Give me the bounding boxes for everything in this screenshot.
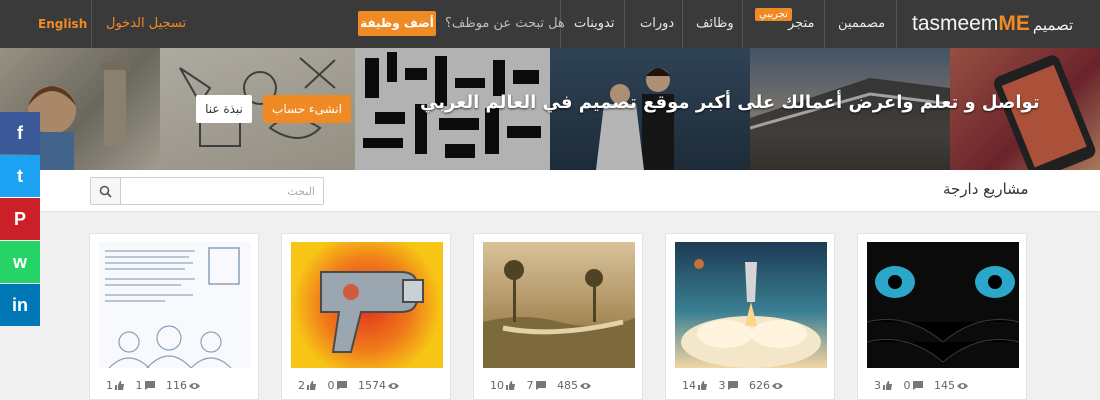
project-stats: 2 0 1574: [298, 379, 407, 392]
project-stats: 3 0 145: [874, 379, 976, 392]
nav-divider: [91, 0, 92, 48]
comments-stat: 3: [719, 379, 739, 392]
thumbs-up-icon: [115, 381, 124, 390]
hero-headline: تواصل و تعلم واعرض أعمالك على أكبر موقع …: [420, 92, 1040, 113]
comments-stat: 0: [328, 379, 348, 392]
project-stats: 14 3 626: [682, 379, 791, 392]
project-card[interactable]: 14 3 626: [665, 233, 835, 400]
hero-banner: تواصل و تعلم واعرض أعمالك على أكبر موقع …: [0, 48, 1100, 170]
project-card[interactable]: 10 7 485: [473, 233, 643, 400]
project-thumbnail[interactable]: [99, 242, 251, 368]
project-thumbnail[interactable]: [483, 242, 635, 368]
logo-me: ME: [998, 12, 1030, 35]
thumbs-up-icon: [698, 381, 707, 390]
comment-icon: [535, 381, 546, 390]
about-us-button[interactable]: نبذة عنا: [196, 95, 252, 123]
thumbs-up-icon: [883, 381, 892, 390]
project-stats: 1 1 116: [106, 379, 208, 392]
comment-icon: [144, 381, 155, 390]
whatsapp-share-button[interactable]: w: [0, 241, 40, 283]
store-beta-badge: تجريبي: [755, 8, 792, 21]
nav-divider: [624, 0, 625, 48]
likes-stat: 10: [490, 379, 516, 392]
eye-icon: [189, 383, 200, 389]
nav-divider: [824, 0, 825, 48]
search-form: [90, 177, 324, 205]
views-stat: 1574: [358, 379, 400, 392]
logo-arabic: تصميم: [1032, 17, 1074, 34]
twitter-share-button[interactable]: t: [0, 155, 40, 197]
post-job-button[interactable]: أضف وظيفة: [358, 11, 436, 36]
comments-stat: 1: [136, 379, 156, 392]
nav-divider: [742, 0, 743, 48]
trending-header: مشاريع دارجة: [0, 170, 1100, 212]
likes-stat: 14: [682, 379, 708, 392]
search-icon: [99, 185, 112, 198]
search-button[interactable]: [91, 178, 121, 204]
comments-stat: 0: [904, 379, 924, 392]
thumbs-up-icon: [307, 381, 316, 390]
views-stat: 485: [557, 379, 592, 392]
comment-icon: [727, 381, 738, 390]
comment-icon: [912, 381, 923, 390]
views-stat: 116: [166, 379, 201, 392]
linkedin-share-button[interactable]: in: [0, 284, 40, 326]
facebook-share-button[interactable]: f: [0, 112, 40, 154]
trending-title: مشاريع دارجة: [943, 180, 1029, 198]
site-logo[interactable]: tasmeemME تصميم: [912, 12, 1073, 36]
nav-blogs[interactable]: تدوينات: [574, 0, 614, 48]
comment-icon: [336, 381, 347, 390]
project-card[interactable]: 1 1 116: [89, 233, 259, 400]
views-stat: 626: [749, 379, 784, 392]
project-thumbnail[interactable]: [867, 242, 1019, 368]
login-link[interactable]: تسجيل الدخول: [106, 0, 186, 48]
eye-icon: [957, 383, 968, 389]
project-thumbnail[interactable]: [291, 242, 443, 368]
thumbs-up-icon: [506, 381, 515, 390]
hire-question-text: هل تبحث عن موظف؟: [445, 16, 565, 31]
eye-icon: [772, 383, 783, 389]
nav-divider: [896, 0, 897, 48]
comments-stat: 7: [527, 379, 547, 392]
project-thumbnail[interactable]: [675, 242, 827, 368]
linkedin-icon: in: [12, 294, 28, 315]
nav-jobs[interactable]: وظائف: [696, 0, 734, 48]
pinterest-share-button[interactable]: P: [0, 198, 40, 240]
likes-stat: 3: [874, 379, 893, 392]
search-input[interactable]: [122, 178, 323, 204]
nav-designers[interactable]: مصممين: [838, 0, 885, 48]
pinterest-icon: P: [13, 208, 26, 229]
eye-icon: [580, 383, 591, 389]
project-card[interactable]: 3 0 145: [857, 233, 1027, 400]
project-stats: 10 7 485: [490, 379, 599, 392]
nav-divider: [682, 0, 683, 48]
project-card[interactable]: 2 0 1574: [281, 233, 451, 400]
facebook-icon: f: [17, 122, 23, 143]
nav-courses[interactable]: دورات: [640, 0, 674, 48]
signup-button[interactable]: انشىء حساب: [263, 95, 351, 123]
views-stat: 145: [934, 379, 969, 392]
language-switch[interactable]: English: [38, 0, 87, 48]
likes-stat: 1: [106, 379, 125, 392]
top-navbar: tasmeemME تصميم مصممين متجر تجريبي وظائف …: [0, 0, 1100, 48]
whatsapp-icon: w: [12, 251, 27, 272]
logo-latin: tasmeem: [912, 12, 999, 35]
likes-stat: 2: [298, 379, 317, 392]
eye-icon: [388, 383, 399, 389]
twitter-icon: t: [17, 165, 23, 186]
nav-store[interactable]: متجر: [788, 0, 814, 48]
